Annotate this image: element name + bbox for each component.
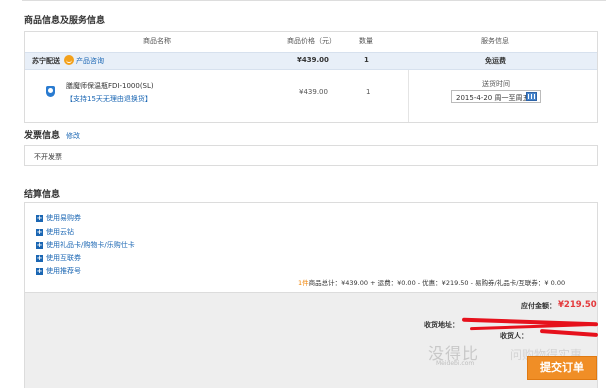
payable-label: 应付金额： xyxy=(521,302,556,310)
watermark-domain: Meidebi.com xyxy=(436,360,475,367)
delivery-time-label: 送货时间 xyxy=(482,80,510,88)
option-label: 使用易购券 xyxy=(46,214,81,222)
column-divider xyxy=(408,70,409,122)
option-label: 使用礼品卡/购物卡/乐购仕卡 xyxy=(46,241,135,249)
plus-icon: + xyxy=(36,214,43,222)
product-quantity: 1 xyxy=(366,88,371,96)
payable-amount: ¥219.50 xyxy=(558,300,597,310)
invoice-value: 不开发票 xyxy=(34,153,62,161)
invoice-section-title: 发票信息 修改 xyxy=(24,128,80,141)
header-product-name: 商品名称 xyxy=(143,37,171,45)
header-service: 服务信息 xyxy=(481,37,509,45)
invoice-title-text: 发票信息 xyxy=(24,131,61,141)
option-label: 使用互联券 xyxy=(46,254,81,262)
product-name-link[interactable]: 膳魔师保温瓶FDI-1000(SL) xyxy=(66,81,154,91)
header-quantity: 数量 xyxy=(359,37,373,45)
return-policy-link[interactable]: 【支持15天无理由退换货】 xyxy=(66,94,152,104)
option-coupon[interactable]: + 使用易购券 xyxy=(36,213,81,223)
option-interconnect-coupon[interactable]: + 使用互联券 xyxy=(36,253,81,263)
receiver-label: 收货人： xyxy=(500,332,528,340)
submit-order-button[interactable]: 提交订单 xyxy=(527,356,597,380)
address-label: 收货地址： xyxy=(424,321,459,329)
option-label: 使用云钻 xyxy=(46,228,74,236)
summary-text: 商品总计：¥439.00 + 运费：¥0.00 - 优惠：¥219.50 - 易… xyxy=(308,279,566,287)
plus-icon: + xyxy=(36,228,43,236)
settlement-section-title: 结算信息 xyxy=(24,190,61,200)
option-referral-code[interactable]: + 使用推荐号 xyxy=(36,266,81,276)
header-price: 商品价格（元） xyxy=(287,37,336,45)
supplier-quantity: 1 xyxy=(364,56,369,64)
option-label: 使用推荐号 xyxy=(46,267,81,275)
product-price: ¥439.00 xyxy=(299,88,328,96)
shipping-fee: 免运费 xyxy=(485,57,506,65)
smile-icon xyxy=(64,55,74,65)
invoice-box xyxy=(24,145,598,166)
supplier-name: 苏宁配送 xyxy=(32,57,60,65)
order-summary: 1件商品总计：¥439.00 + 运费：¥0.00 - 优惠：¥219.50 -… xyxy=(298,277,565,287)
invoice-edit-link[interactable]: 修改 xyxy=(66,132,80,140)
option-gift-card[interactable]: + 使用礼品卡/购物卡/乐购仕卡 xyxy=(36,240,135,250)
plus-icon: + xyxy=(36,254,43,262)
top-divider xyxy=(22,0,606,1)
shield-icon xyxy=(46,86,55,97)
order-section-title: 商品信息及服务信息 xyxy=(24,16,106,26)
supplier-price: ¥439.00 xyxy=(297,56,329,64)
calendar-icon[interactable] xyxy=(526,92,537,101)
plus-icon: + xyxy=(36,267,43,275)
option-diamond[interactable]: + 使用云钻 xyxy=(36,227,74,237)
item-count: 1件 xyxy=(298,279,309,287)
product-consult-link[interactable]: 产品咨询 xyxy=(76,56,104,66)
plus-icon: + xyxy=(36,241,43,249)
